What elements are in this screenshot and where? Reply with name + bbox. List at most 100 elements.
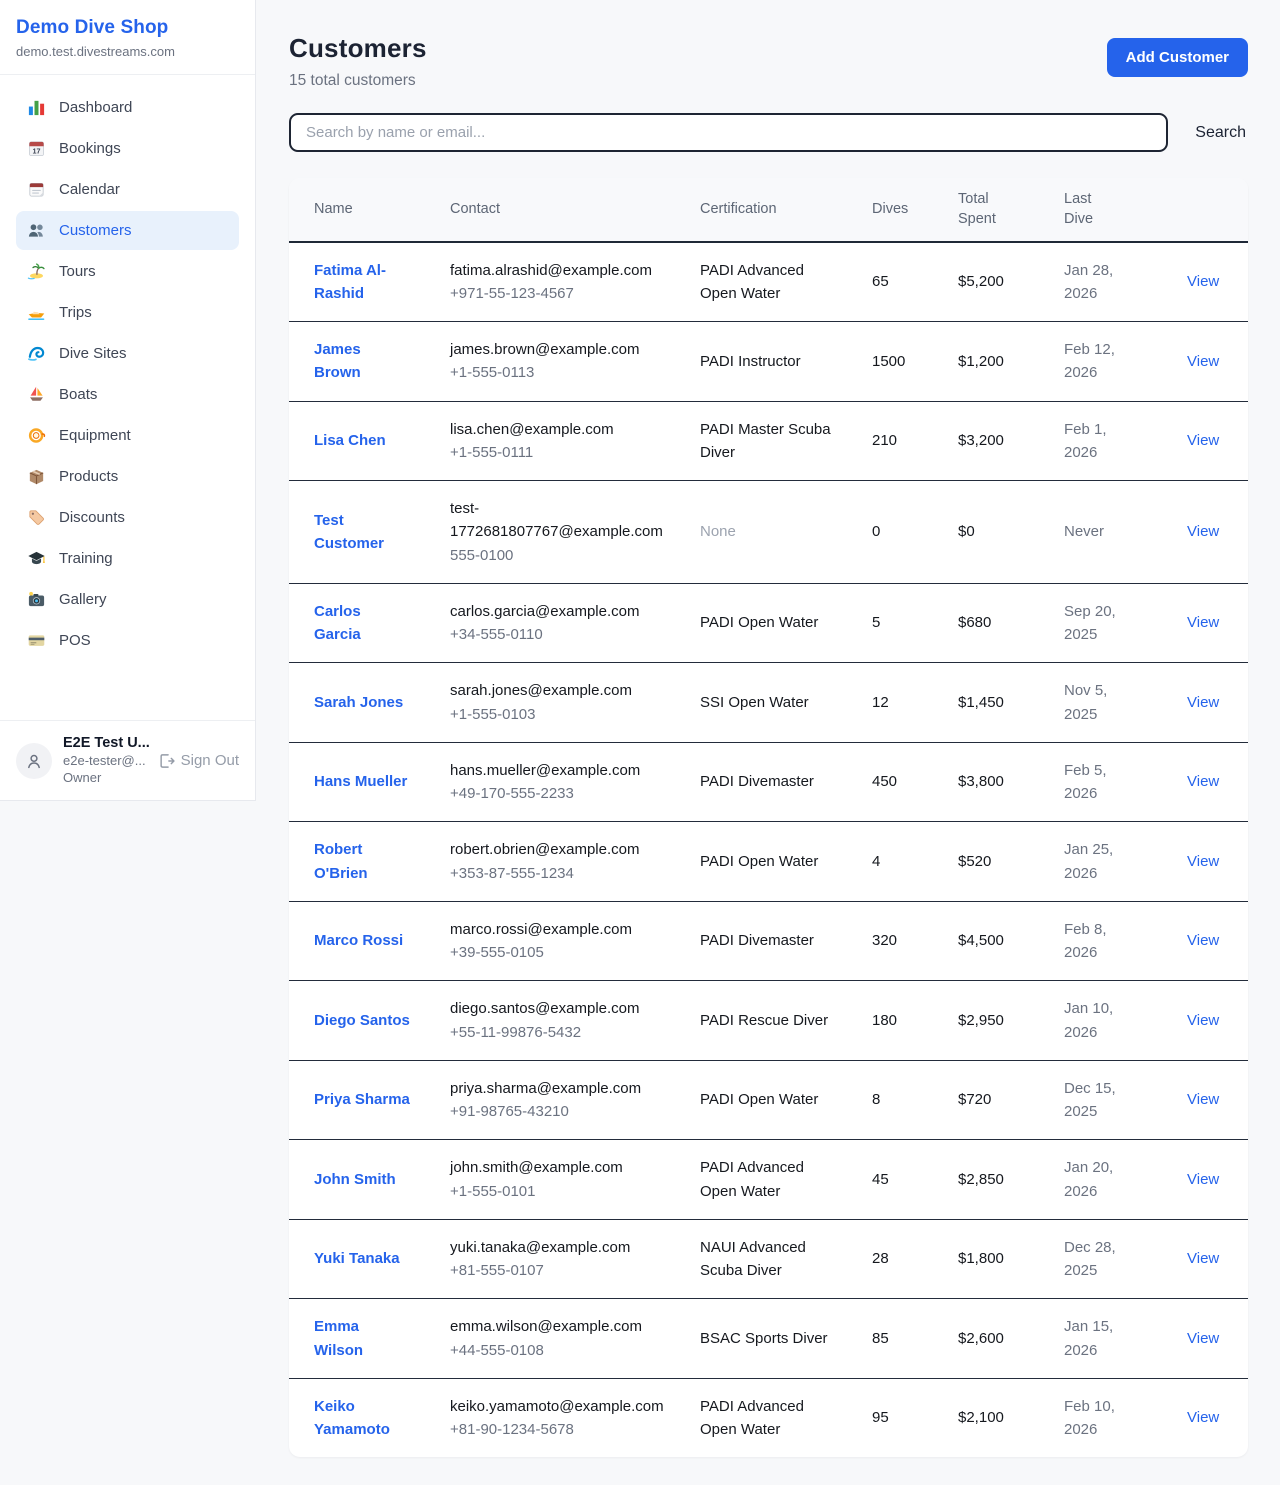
view-customer-link[interactable]: View (1187, 1330, 1219, 1347)
user-name: E2E Test U... (63, 734, 146, 753)
view-customer-link[interactable]: View (1187, 273, 1219, 290)
table-row: Carlos Garcia carlos.garcia@example.com … (289, 583, 1248, 663)
customer-certification: PADI Divemaster (684, 901, 856, 981)
search-button[interactable]: Search (1193, 120, 1248, 146)
customer-email: emma.wilson@example.com (450, 1315, 660, 1338)
sidebar-item-label: Trips (59, 304, 92, 321)
bar-chart-icon (27, 98, 46, 117)
customer-name-link[interactable]: Yuki Tanaka (314, 1250, 400, 1267)
view-customer-link[interactable]: View (1187, 432, 1219, 449)
sidebar-item-label: Customers (59, 222, 132, 239)
sidebar-item-equipment[interactable]: Equipment (16, 416, 239, 455)
view-customer-link[interactable]: View (1187, 1091, 1219, 1108)
sidebar-item-dive-sites[interactable]: Dive Sites (16, 334, 239, 373)
shop-domain: demo.test.divestreams.com (16, 44, 239, 59)
view-customer-link[interactable]: View (1187, 932, 1219, 949)
logout-icon (157, 752, 175, 770)
sidebar-item-calendar[interactable]: Calendar (16, 170, 239, 209)
sidebar-item-training[interactable]: Training (16, 539, 239, 578)
customer-last-dive: Dec 28, 2025 (1048, 1219, 1157, 1299)
customer-name-link[interactable]: Priya Sharma (314, 1091, 410, 1108)
customer-certification: PADI Advanced Open Water (684, 242, 856, 322)
customer-last-dive: Feb 5, 2026 (1048, 742, 1157, 822)
sidebar-item-label: Dashboard (59, 99, 132, 116)
customer-name-link[interactable]: Lisa Chen (314, 432, 386, 449)
search-input[interactable] (289, 113, 1168, 152)
shop-name: Demo Dive Shop (16, 17, 239, 39)
customer-total-spent: $1,450 (942, 663, 1048, 743)
customer-name-link[interactable]: Emma Wilson (314, 1318, 363, 1358)
view-customer-link[interactable]: View (1187, 694, 1219, 711)
table-row: Test Customer test-1772681807767@example… (289, 481, 1248, 584)
view-customer-link[interactable]: View (1187, 1171, 1219, 1188)
sidebar-item-tours[interactable]: Tours (16, 252, 239, 291)
customer-name-link[interactable]: Fatima Al-Rashid (314, 262, 386, 302)
customer-name-link[interactable]: Keiko Yamamoto (314, 1398, 390, 1438)
customer-dives: 12 (856, 663, 942, 743)
customer-total-spent: $520 (942, 822, 1048, 902)
sidebar-item-label: Training (59, 550, 113, 567)
table-head: NameContactCertificationDivesTotal Spent… (289, 178, 1248, 242)
customer-name-link[interactable]: Hans Mueller (314, 773, 407, 790)
tag-icon (27, 508, 46, 527)
customer-total-spent: $0 (942, 481, 1048, 584)
customer-name-link[interactable]: Diego Santos (314, 1012, 410, 1029)
customer-certification: PADI Advanced Open Water (684, 1140, 856, 1220)
table-row: James Brown james.brown@example.com +1-5… (289, 322, 1248, 402)
sidebar-item-dashboard[interactable]: Dashboard (16, 88, 239, 127)
view-customer-link[interactable]: View (1187, 773, 1219, 790)
sidebar-item-customers[interactable]: Customers (16, 211, 239, 250)
add-customer-button[interactable]: Add Customer (1107, 38, 1248, 77)
customer-email: priya.sharma@example.com (450, 1077, 660, 1100)
customer-name-link[interactable]: Marco Rossi (314, 932, 403, 949)
sidebar-item-products[interactable]: Products (16, 457, 239, 496)
sidebar-item-bookings[interactable]: Bookings (16, 129, 239, 168)
table-row: Emma Wilson emma.wilson@example.com +44-… (289, 1299, 1248, 1379)
view-customer-link[interactable]: View (1187, 853, 1219, 870)
customer-name-link[interactable]: James Brown (314, 341, 361, 381)
customer-total-spent: $3,800 (942, 742, 1048, 822)
column-header-total-spent: Total Spent (942, 178, 1048, 242)
credit-card-icon (27, 631, 46, 650)
sidebar-item-label: Tours (59, 263, 96, 280)
customers-table-card: NameContactCertificationDivesTotal Spent… (289, 178, 1248, 1457)
customer-name-link[interactable]: Carlos Garcia (314, 603, 361, 643)
customer-dives: 4 (856, 822, 942, 902)
table-row: Robert O'Brien robert.obrien@example.com… (289, 822, 1248, 902)
customer-email: john.smith@example.com (450, 1156, 660, 1179)
customer-last-dive: Feb 1, 2026 (1048, 401, 1157, 481)
customer-certification: None (684, 481, 856, 584)
customer-last-dive: Jan 20, 2026 (1048, 1140, 1157, 1220)
view-customer-link[interactable]: View (1187, 1409, 1219, 1426)
user-meta: E2E Test U... e2e-tester@... Owner (63, 734, 146, 787)
view-customer-link[interactable]: View (1187, 523, 1219, 540)
calendar-pad-icon (27, 180, 46, 199)
customer-certification: PADI Divemaster (684, 742, 856, 822)
customer-name-link[interactable]: John Smith (314, 1171, 396, 1188)
customer-dives: 95 (856, 1378, 942, 1457)
customer-phone: +1-555-0101 (450, 1180, 660, 1203)
sign-out-button[interactable]: Sign Out (157, 752, 239, 770)
main-content: Customers 15 total customers Add Custome… (256, 0, 1280, 1485)
view-customer-link[interactable]: View (1187, 353, 1219, 370)
customer-email: diego.santos@example.com (450, 997, 660, 1020)
view-customer-link[interactable]: View (1187, 1250, 1219, 1267)
sidebar-item-boats[interactable]: Boats (16, 375, 239, 414)
customer-name-link[interactable]: Robert O'Brien (314, 841, 368, 881)
sidebar-item-trips[interactable]: Trips (16, 293, 239, 332)
sidebar-item-pos[interactable]: POS (16, 621, 239, 660)
customer-name-link[interactable]: Test Customer (314, 512, 384, 552)
sidebar-item-discounts[interactable]: Discounts (16, 498, 239, 537)
customer-dives: 45 (856, 1140, 942, 1220)
customers-table: NameContactCertificationDivesTotal Spent… (289, 178, 1248, 1457)
customer-phone: +353-87-555-1234 (450, 862, 660, 885)
customer-dives: 0 (856, 481, 942, 584)
view-customer-link[interactable]: View (1187, 1012, 1219, 1029)
view-customer-link[interactable]: View (1187, 614, 1219, 631)
customer-certification: PADI Rescue Diver (684, 981, 856, 1061)
customer-last-dive: Feb 10, 2026 (1048, 1378, 1157, 1457)
customer-dives: 8 (856, 1060, 942, 1140)
customer-email: yuki.tanaka@example.com (450, 1236, 660, 1259)
customer-name-link[interactable]: Sarah Jones (314, 694, 403, 711)
sidebar-item-gallery[interactable]: Gallery (16, 580, 239, 619)
